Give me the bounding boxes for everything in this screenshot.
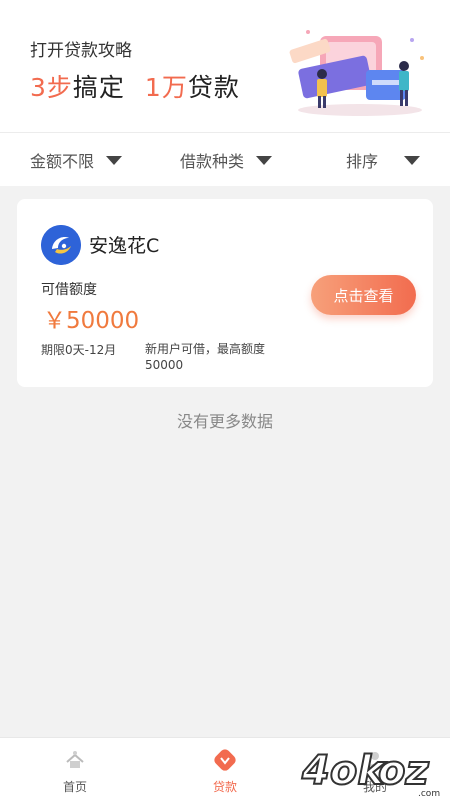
headline-steps-text: 搞定	[72, 73, 125, 102]
banner-headline: 3步搞定 1万贷款	[30, 68, 240, 104]
caret-down-icon	[106, 155, 123, 165]
banner-illustration	[289, 30, 424, 116]
tab-mine-label: 我的	[362, 780, 387, 794]
filter-type-dropdown[interactable]: 借款种类	[180, 133, 273, 187]
filter-bar: 金额不限 借款种类 排序	[0, 132, 450, 186]
product-logo-icon	[41, 225, 81, 265]
loan-icon	[214, 749, 236, 771]
amount-label: 可借额度	[41, 282, 97, 298]
filter-amount-label: 金额不限	[30, 152, 95, 171]
filter-type-label: 借款种类	[180, 152, 245, 171]
loan-term: 期限0天-12月	[41, 343, 117, 357]
home-icon	[66, 751, 84, 768]
product-name: 安逸花C	[89, 235, 160, 257]
tab-home-label: 首页	[62, 780, 87, 794]
filter-sort-label: 排序	[346, 152, 379, 171]
headline-amount-number: 1万	[144, 73, 188, 102]
user-icon	[367, 752, 383, 769]
tab-home[interactable]: 首页	[0, 738, 150, 800]
tab-loan-label: 贷款	[212, 780, 237, 794]
tab-mine[interactable]: 我的	[300, 738, 450, 800]
list-end-text: 没有更多数据	[176, 412, 273, 431]
banner-subtitle: 打开贷款攻略	[30, 41, 132, 61]
promo-banner[interactable]: 打开贷款攻略 3步搞定 1万贷款	[0, 0, 450, 132]
headline-steps-number: 3步	[30, 73, 73, 102]
amount-value: ￥50000	[43, 308, 140, 334]
loan-product-card[interactable]: 安逸花C 可借额度 ￥50000 点击查看 期限0天-12月 新用户可借，最高额…	[17, 199, 433, 387]
bottom-tab-bar: 首页 贷款 我的	[0, 737, 450, 800]
caret-down-icon	[404, 155, 421, 165]
filter-sort-dropdown[interactable]: 排序	[346, 133, 421, 187]
headline-amount-text: 贷款	[187, 73, 240, 102]
product-note: 新用户可借，最高额度50000	[145, 342, 266, 372]
tab-loan[interactable]: 贷款	[150, 738, 300, 800]
view-details-button[interactable]: 点击查看	[311, 275, 416, 315]
filter-amount-dropdown[interactable]: 金额不限	[30, 133, 123, 187]
caret-down-icon	[256, 155, 273, 165]
